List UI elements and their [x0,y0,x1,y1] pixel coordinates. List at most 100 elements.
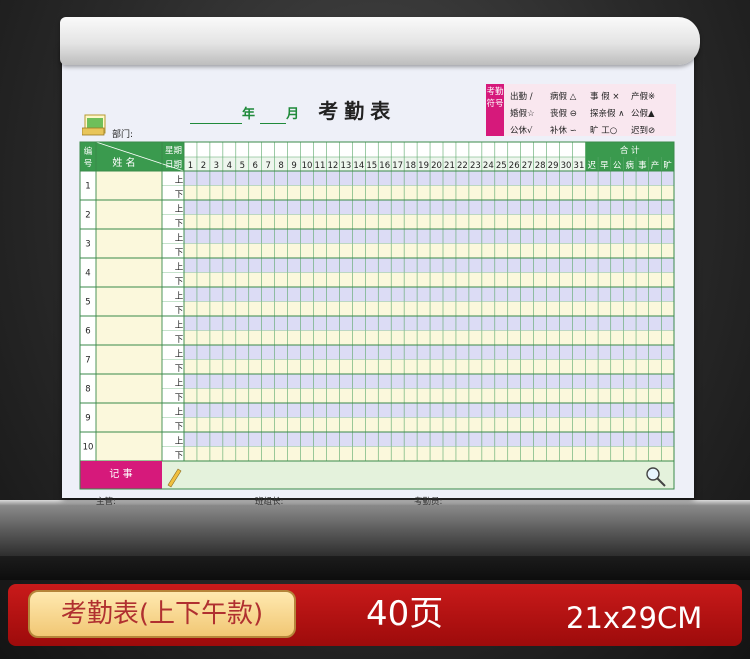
team-leader-label: 班组长: [255,497,284,507]
header-week-label: 星期 [165,146,182,156]
notes-area [162,461,674,489]
pm-label: 下 [175,364,184,374]
pm-row [184,359,674,374]
pm-label: 下 [175,422,184,432]
day-number: 4 [227,161,232,171]
day-number: 22 [457,161,468,171]
day-number: 15 [366,161,377,171]
pm-label: 下 [175,277,184,287]
supervisor-label: 主管: [96,497,116,507]
name-cell [96,258,162,287]
day-number: 25 [496,161,507,171]
name-cell [96,171,162,200]
header-number-label: 号 [84,159,93,169]
day-number: 1 [188,161,193,171]
day-number: 26 [509,161,520,171]
day-number: 10 [302,161,313,171]
row-number: 3 [85,240,90,250]
day-number: 12 [328,161,339,171]
paper-size: 21x29CM [566,601,703,635]
name-cell [96,403,162,432]
total-column-label: 早 [600,161,609,171]
pm-row [184,214,674,229]
day-number: 3 [214,161,219,171]
am-label: 上 [175,321,184,331]
am-label: 上 [175,437,184,447]
header-total-label: 合 计 [620,145,640,156]
header-date-label: 日期 [165,160,182,170]
attendance-clerk-label: 考勤员: [414,497,443,507]
day-number: 5 [240,161,245,171]
day-number: 31 [574,161,585,171]
attendance-grid: 编号姓 名星期日期合 计1 2 3 4 5 6 7 8 9 10 11 12 13 14 15 16 17 18 1… [79,141,675,490]
total-column-label: 迟 [588,161,597,171]
day-number: 28 [535,161,546,171]
day-number: 29 [548,161,559,171]
pm-row [184,243,674,258]
am-row [184,200,674,215]
header-name-label: 姓 名 [112,156,135,169]
day-number: 23 [470,161,481,171]
day-number: 11 [315,161,326,171]
pm-row [184,301,674,316]
name-cell [96,374,162,403]
day-number: 17 [392,161,403,171]
am-row [184,374,674,389]
day-number: 7 [265,161,270,171]
day-number: 27 [522,161,533,171]
pm-label: 下 [175,451,184,461]
am-row [184,432,674,447]
am-label: 上 [175,176,184,186]
am-label: 上 [175,263,184,273]
header-week-band [184,142,586,157]
am-label: 上 [175,408,184,418]
total-column-label: 旷 [663,160,672,171]
row-number: 1 [85,182,90,192]
row-number: 6 [85,327,90,337]
am-row [184,316,674,331]
row-number: 4 [85,269,90,279]
total-column-label: 病 [625,160,634,171]
row-number: 9 [85,414,90,424]
am-label: 上 [175,205,184,215]
pm-label: 下 [175,248,184,258]
row-number: 10 [83,443,94,453]
am-label: 上 [175,292,184,302]
pm-label: 下 [175,306,184,316]
pm-row [184,388,674,403]
day-number: 16 [379,161,390,171]
total-column-label: 事 [638,160,647,171]
pm-row [184,272,674,287]
pm-row [184,417,674,432]
day-number: 14 [353,161,364,171]
name-cell [96,200,162,229]
name-cell [96,316,162,345]
day-number: 8 [278,161,283,171]
pm-label: 下 [175,219,184,229]
day-number: 24 [483,161,494,171]
name-cell [96,345,162,374]
day-number: 13 [340,161,351,171]
day-number: 2 [201,161,206,171]
day-number: 20 [431,161,442,171]
pm-row [184,185,674,200]
pm-row [184,446,674,461]
total-column-label: 公 [613,161,622,171]
pm-label: 下 [175,335,184,345]
am-label: 上 [175,234,184,244]
product-name-tag: 考勤表(上下午款) [28,590,296,638]
name-cell [96,229,162,258]
day-number: 19 [418,161,429,171]
am-row [184,258,674,273]
am-row [184,345,674,360]
day-number: 6 [253,161,258,171]
am-row [184,287,674,302]
row-number: 5 [85,298,90,308]
row-number: 7 [85,356,90,366]
total-column-label: 产 [651,160,660,171]
header-number-label: 编 [84,146,93,157]
pm-row [184,330,674,345]
day-number: 30 [561,161,572,171]
am-row [184,229,674,244]
page-count: 40页 [366,594,444,634]
